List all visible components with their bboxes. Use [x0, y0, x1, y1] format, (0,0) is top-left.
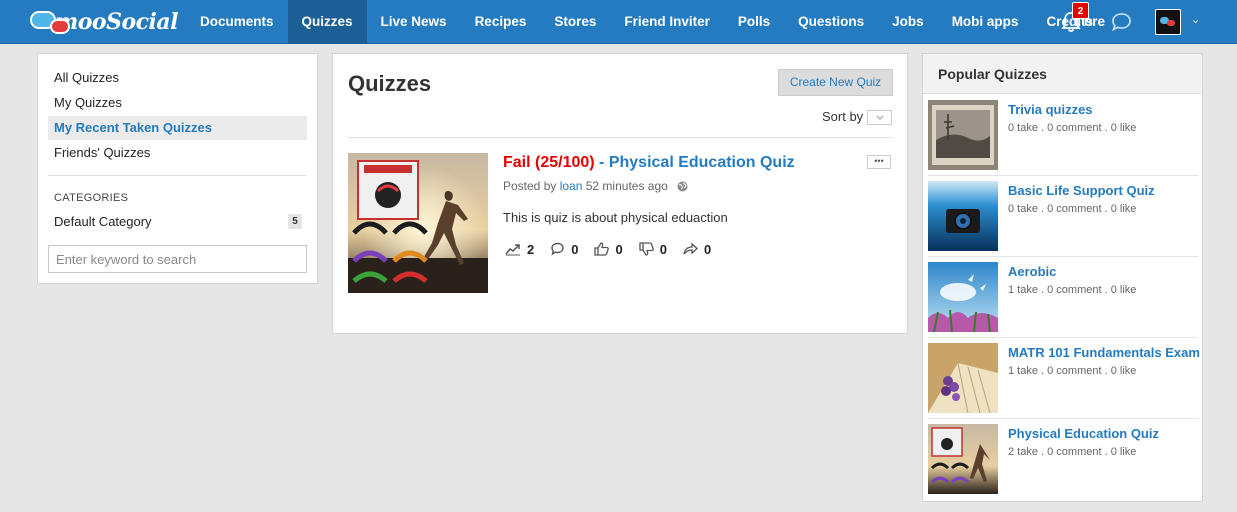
keyword-search-input[interactable]: [48, 245, 307, 273]
popular-quiz-thumbnail[interactable]: [928, 343, 998, 413]
popular-quizzes-heading: Popular Quizzes: [923, 54, 1202, 94]
nav-item-polls[interactable]: Polls: [724, 0, 784, 44]
popular-quiz-meta: 0 take . 0 comment . 0 like: [1008, 203, 1137, 215]
quiz-options-button[interactable]: •••: [867, 155, 891, 169]
popular-quiz-thumbnail[interactable]: [928, 262, 998, 332]
create-new-quiz-button[interactable]: Create New Quiz: [778, 69, 893, 96]
logo-text: mooSocial: [54, 9, 179, 35]
chevron-down-icon[interactable]: ⌄: [1191, 13, 1200, 26]
thumbs-down-icon: [639, 242, 654, 256]
sort-by-dropdown[interactable]: [867, 110, 892, 125]
quiz-thumbnail[interactable]: [348, 153, 488, 293]
quiz-posted-info: Posted by loan 52 minutes ago: [503, 179, 688, 193]
popular-quiz-image: [928, 262, 998, 332]
categories-heading: CATEGORIES: [54, 192, 129, 204]
popular-quiz-image: [928, 100, 998, 170]
popular-quiz-item: Physical Education Quiz 2 take . 0 comme…: [928, 419, 1198, 500]
category-count-badge: 5: [288, 214, 302, 229]
popular-quiz-meta: 2 take . 0 comment . 0 like: [1008, 446, 1137, 458]
popular-quiz-item: Aerobic 1 take . 0 comment . 0 like: [928, 257, 1198, 338]
popular-quizzes-panel: Popular Quizzes Trivia quizzes 0 take . …: [922, 53, 1203, 502]
quiz-result-text: Fail (25/100): [503, 154, 595, 171]
popular-quiz-title[interactable]: Basic Life Support Quiz: [1008, 183, 1155, 198]
chat-icon[interactable]: [1110, 12, 1134, 32]
popular-quiz-image: [928, 181, 998, 251]
globe-privacy-icon: [677, 181, 688, 192]
quiz-description: This is quiz is about physical eduaction: [503, 210, 728, 225]
main-divider: [348, 137, 893, 138]
popular-quiz-thumbnail[interactable]: [928, 424, 998, 494]
shares-stat[interactable]: 0: [683, 242, 711, 257]
dislikes-stat[interactable]: 0: [639, 242, 667, 257]
sort-by-label: Sort by: [822, 109, 864, 124]
nav-item-jobs[interactable]: Jobs: [878, 0, 938, 44]
posted-by-label: Posted by: [503, 179, 557, 193]
share-arrow-icon: [683, 242, 698, 255]
nav-item-live-news[interactable]: Live News: [367, 0, 461, 44]
nav-item-stores[interactable]: Stores: [540, 0, 610, 44]
chevron-down-icon: [876, 115, 883, 120]
comments-stat[interactable]: 0: [550, 242, 578, 257]
comments-count: 0: [571, 241, 579, 257]
takes-stat[interactable]: 2: [505, 242, 534, 257]
popular-quiz-meta: 0 take . 0 comment . 0 like: [1008, 122, 1137, 134]
shares-count: 0: [703, 241, 712, 257]
popular-quiz-title[interactable]: Aerobic: [1008, 264, 1056, 279]
dislikes-count: 0: [659, 241, 667, 257]
quiz-thumbnail-image: [348, 153, 488, 293]
quiz-title-row: Fail (25/100) - Physical Education Quiz: [503, 154, 795, 172]
menu-item-my-quizzes[interactable]: My Quizzes: [48, 91, 307, 115]
category-item-default[interactable]: Default Category: [54, 214, 152, 229]
posted-time: 52 minutes ago: [585, 179, 668, 193]
popular-quiz-thumbnail[interactable]: [928, 181, 998, 251]
likes-stat[interactable]: 0: [594, 241, 623, 257]
popular-quiz-thumbnail[interactable]: [928, 100, 998, 170]
menu-item-all-quizzes[interactable]: All Quizzes: [48, 66, 307, 90]
popular-quiz-title[interactable]: Physical Education Quiz: [1008, 426, 1159, 441]
popular-quiz-item: Basic Life Support Quiz 0 take . 0 comme…: [928, 176, 1198, 257]
sidebar-divider: [48, 175, 307, 176]
page-title: Quizzes: [348, 71, 432, 96]
quiz-sidebar: All Quizzes My Quizzes My Recent Taken Q…: [37, 53, 318, 284]
thumbs-up-icon: [594, 242, 610, 256]
nav-item-friend-inviter[interactable]: Friend Inviter: [610, 0, 724, 44]
nav-item-recipes[interactable]: Recipes: [461, 0, 541, 44]
nav-item-documents[interactable]: Documents: [186, 0, 288, 44]
quiz-stats: 2 0 0 0 0: [505, 240, 727, 258]
site-logo[interactable]: mooSocial: [28, 6, 179, 38]
logo-bubbles-icon: [28, 7, 70, 37]
comment-icon: [551, 242, 564, 256]
nav-item-mobi-apps[interactable]: Mobi apps: [938, 0, 1033, 44]
menu-item-friends-quizzes[interactable]: Friends' Quizzes: [48, 141, 307, 165]
popular-quiz-title[interactable]: MATR 101 Fundamentals Exam: [1008, 345, 1200, 360]
quiz-title-separator: -: [594, 154, 609, 171]
user-avatar[interactable]: [1155, 9, 1181, 35]
menu-item-my-recent-taken-quizzes[interactable]: My Recent Taken Quizzes: [48, 116, 307, 140]
nav-item-questions[interactable]: Questions: [784, 0, 878, 44]
nav-item-quizzes[interactable]: Quizzes: [287, 0, 367, 44]
popular-quiz-image: [928, 343, 998, 413]
popular-quiz-meta: 1 take . 0 comment . 0 like: [1008, 284, 1137, 296]
top-navigation-bar: mooSocial Documents Quizzes Live News Re…: [0, 0, 1237, 44]
quizzes-main-panel: Quizzes Create New Quiz Sort by Fail (25…: [332, 53, 908, 334]
trending-icon: [505, 244, 520, 256]
author-link[interactable]: loan: [560, 179, 583, 193]
popular-quiz-meta: 1 take . 0 comment . 0 like: [1008, 365, 1137, 377]
main-nav: Documents Quizzes Live News Recipes Stor…: [186, 0, 1107, 44]
notification-count-badge: 2: [1072, 2, 1089, 19]
quiz-title-link[interactable]: Physical Education Quiz: [609, 154, 795, 171]
popular-quiz-item: MATR 101 Fundamentals Exam 1 take . 0 co…: [928, 338, 1200, 419]
takes-count: 2: [527, 241, 535, 257]
popular-quiz-image: [928, 424, 998, 494]
popular-quiz-item: Trivia quizzes 0 take . 0 comment . 0 li…: [928, 95, 1198, 176]
likes-count: 0: [615, 241, 623, 257]
popular-quiz-title[interactable]: Trivia quizzes: [1008, 102, 1093, 117]
